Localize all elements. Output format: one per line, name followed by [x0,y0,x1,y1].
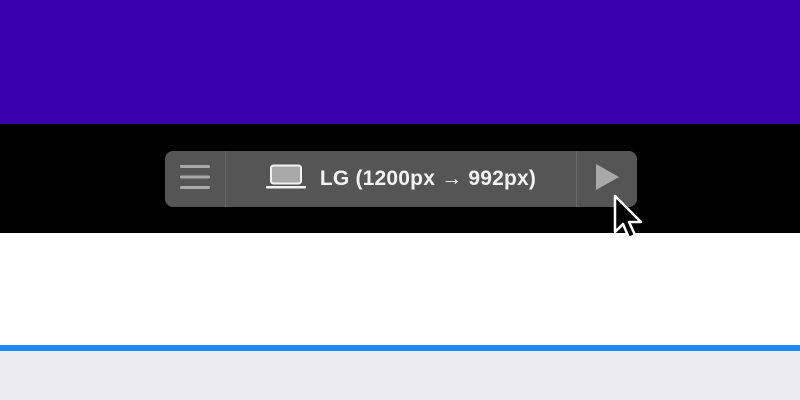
laptop-icon [265,164,306,195]
bottom-bar [0,351,800,400]
responsive-breakpoint-toolbar: LG (1200px → 992px) [165,151,637,207]
menu-button[interactable] [165,151,226,207]
breakpoint-selector[interactable]: LG (1200px → 992px) [226,151,577,207]
breakpoint-label: LG (1200px → 992px) [319,167,537,190]
content-area [0,233,800,345]
top-banner [0,0,800,124]
play-button[interactable] [577,151,637,207]
play-icon [594,163,620,196]
hamburger-menu-icon [180,164,210,194]
